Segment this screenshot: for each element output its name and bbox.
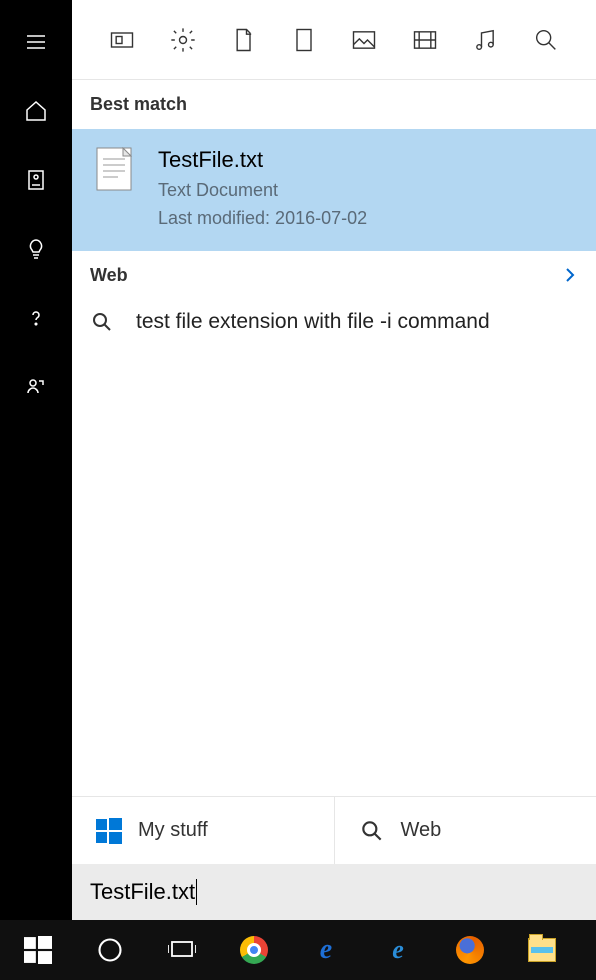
filter-bar xyxy=(72,0,596,80)
cortana-rail xyxy=(0,0,72,920)
task-view-button[interactable] xyxy=(166,934,198,966)
filter-apps-icon[interactable] xyxy=(108,26,136,54)
search-icon xyxy=(90,310,114,334)
tab-my-stuff-label: My stuff xyxy=(138,819,208,842)
windows-logo-icon xyxy=(96,818,122,844)
result-modified: Last modified: 2016-07-02 xyxy=(158,205,367,233)
search-icon xyxy=(359,818,385,844)
feedback-icon[interactable] xyxy=(24,375,48,399)
web-section-header[interactable]: Web xyxy=(72,251,596,300)
search-input-value: TestFile.txt xyxy=(90,879,195,905)
start-button[interactable] xyxy=(22,934,54,966)
firefox-icon[interactable] xyxy=(454,934,486,966)
file-explorer-icon[interactable] xyxy=(526,934,558,966)
bottom-tabs: My stuff Web xyxy=(72,796,596,864)
internet-explorer-icon[interactable]: e xyxy=(310,934,342,966)
cortana-button[interactable] xyxy=(94,934,126,966)
result-type: Text Document xyxy=(158,177,367,205)
filter-folders-icon[interactable] xyxy=(290,26,318,54)
best-match-header: Best match xyxy=(72,80,596,129)
tab-web[interactable]: Web xyxy=(334,797,596,864)
bulb-icon[interactable] xyxy=(24,237,48,261)
filter-music-icon[interactable] xyxy=(471,26,499,54)
filter-videos-icon[interactable] xyxy=(411,26,439,54)
tab-web-label: Web xyxy=(401,819,442,842)
search-panel: Best match TestFile.txt Text Document La… xyxy=(72,0,596,920)
text-file-icon xyxy=(96,147,132,191)
text-caret xyxy=(196,879,197,905)
notebook-icon[interactable] xyxy=(24,168,48,192)
taskbar: e e xyxy=(0,920,596,980)
chevron-right-icon xyxy=(562,267,578,283)
filter-photos-icon[interactable] xyxy=(350,26,378,54)
menu-icon[interactable] xyxy=(24,30,48,54)
web-suggestion[interactable]: test file extension with file -i command xyxy=(72,300,596,344)
filter-settings-icon[interactable] xyxy=(169,26,197,54)
home-icon[interactable] xyxy=(24,99,48,123)
result-title: TestFile.txt xyxy=(158,147,367,173)
web-suggestion-text: test file extension with file -i command xyxy=(136,310,490,334)
filter-web-icon[interactable] xyxy=(532,26,560,54)
tab-my-stuff[interactable]: My stuff xyxy=(72,797,334,864)
filter-documents-icon[interactable] xyxy=(229,26,257,54)
best-match-result[interactable]: TestFile.txt Text Document Last modified… xyxy=(72,129,596,251)
search-input[interactable]: TestFile.txt xyxy=(72,864,596,920)
help-icon[interactable] xyxy=(24,306,48,330)
edge-icon[interactable]: e xyxy=(382,934,414,966)
chrome-icon[interactable] xyxy=(238,934,270,966)
web-label: Web xyxy=(90,265,128,286)
